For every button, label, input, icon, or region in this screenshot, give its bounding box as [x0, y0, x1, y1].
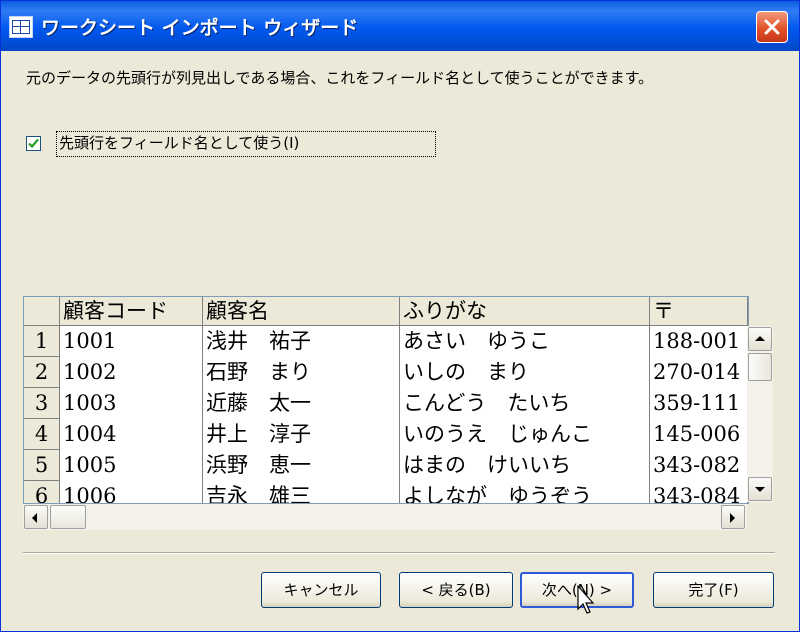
use-first-row-label[interactable]: 先頭行をフィールド名として使う(I) [56, 131, 436, 157]
arrow-right-icon [730, 513, 735, 523]
grid-cell: いのうえ じゅんこ [400, 419, 650, 450]
grid-cell: 188-001 [650, 326, 748, 357]
intro-text: 元のデータの先頭行が列見出しである場合、これをフィールド名として使うことができま… [26, 69, 654, 87]
grid-cell: 343-084 [650, 481, 748, 503]
grid-cell: 浅井 祐子 [203, 326, 400, 357]
table-row[interactable]: 1 1001 浅井 祐子 あさい ゆうこ 188-001 [24, 326, 748, 357]
data-preview-grid[interactable]: 顧客コード 顧客名 ふりがな 〒 1 1001 浅井 祐子 あさい ゆうこ 18… [23, 296, 749, 504]
mouse-pointer-icon [577, 585, 595, 614]
grid-cell: 270-014 [650, 357, 748, 388]
grid-cell: あさい ゆうこ [400, 326, 650, 357]
grid-cell: 近藤 太一 [203, 388, 400, 419]
grid-cell: いしの まり [400, 357, 650, 388]
use-first-row-checkbox[interactable] [26, 136, 41, 151]
column-header[interactable]: 顧客コード [60, 297, 203, 326]
close-button[interactable] [756, 11, 788, 43]
datasheet-icon [9, 16, 33, 38]
row-number: 2 [24, 357, 60, 388]
arrow-left-icon [32, 513, 37, 523]
grid-cell: 浜野 恵一 [203, 450, 400, 481]
grid-cell: 石野 まり [203, 357, 400, 388]
scroll-up-button[interactable] [748, 327, 772, 351]
row-number: 4 [24, 419, 60, 450]
horizontal-scroll-thumb[interactable] [50, 505, 86, 529]
row-number: 5 [24, 450, 60, 481]
scroll-left-button[interactable] [24, 505, 48, 529]
table-row[interactable]: 2 1002 石野 まり いしの まり 270-014 [24, 357, 748, 388]
grid-cell: こんどう たいち [400, 388, 650, 419]
scroll-down-button[interactable] [748, 477, 772, 501]
cancel-button[interactable]: キャンセル [261, 572, 381, 608]
grid-cell: 吉永 雄三 [203, 481, 400, 503]
table-row[interactable]: 5 1005 浜野 恵一 はまの けいいち 343-082 [24, 450, 748, 481]
column-header[interactable]: 顧客名 [203, 297, 400, 326]
vertical-scroll-thumb[interactable] [748, 353, 772, 381]
table-row[interactable]: 4 1004 井上 淳子 いのうえ じゅんこ 145-006 [24, 419, 748, 450]
column-header[interactable]: ふりがな [400, 297, 650, 326]
grid-cell: はまの けいいち [400, 450, 650, 481]
vertical-scrollbar[interactable] [747, 326, 773, 502]
table-row[interactable]: 3 1003 近藤 太一 こんどう たいち 359-111 [24, 388, 748, 419]
back-button[interactable]: < 戻る(B) [399, 572, 513, 608]
grid-cell: 145-006 [650, 419, 748, 450]
window-title: ワークシート インポート ウィザード [41, 17, 359, 39]
import-wizard-dialog: ワークシート インポート ウィザード 元のデータの先頭行が列見出しである場合、こ… [0, 0, 800, 632]
grid-cell: 343-082 [650, 450, 748, 481]
row-number: 1 [24, 326, 60, 357]
scroll-right-button[interactable] [721, 505, 745, 529]
grid-cell: 1006 [60, 481, 203, 503]
checkmark-icon [28, 138, 39, 149]
table-row[interactable]: 6 1006 吉永 雄三 よしなが ゆうぞう 343-084 [24, 481, 748, 503]
arrow-up-icon [755, 336, 765, 341]
grid-cell: 1005 [60, 450, 203, 481]
button-divider [23, 552, 775, 554]
grid-cell: 1002 [60, 357, 203, 388]
finish-button[interactable]: 完了(F) [653, 572, 774, 608]
grid-cell: 井上 淳子 [203, 419, 400, 450]
grid-header-row: 顧客コード 顧客名 ふりがな 〒 [24, 297, 748, 326]
grid-cell: 1003 [60, 388, 203, 419]
horizontal-scrollbar[interactable] [23, 504, 747, 530]
row-number: 3 [24, 388, 60, 419]
close-icon [764, 19, 780, 35]
row-number: 6 [24, 481, 60, 503]
arrow-down-icon [755, 487, 765, 492]
grid-cell: 1001 [60, 326, 203, 357]
title-bar[interactable]: ワークシート インポート ウィザード [1, 1, 799, 51]
grid-corner-cell [24, 297, 60, 326]
column-header[interactable]: 〒 [650, 297, 748, 326]
grid-cell: よしなが ゆうぞう [400, 481, 650, 503]
grid-cell: 1004 [60, 419, 203, 450]
grid-cell: 359-111 [650, 388, 748, 419]
